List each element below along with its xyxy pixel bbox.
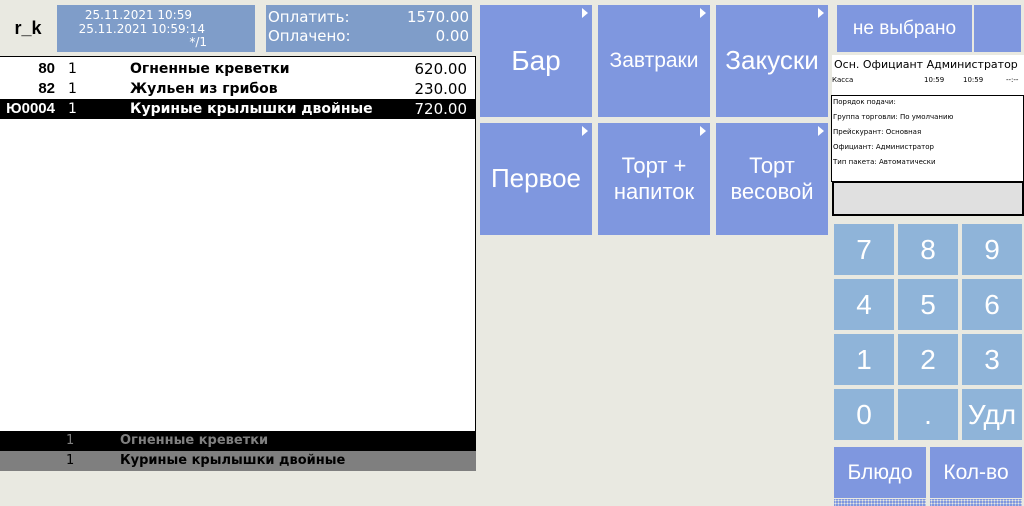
extra-button[interactable] — [930, 499, 1022, 506]
category-label: Закуски — [725, 45, 819, 76]
submenu-arrow-icon — [700, 126, 706, 136]
category-first-course-button[interactable]: Первое — [480, 123, 592, 235]
key-1[interactable]: 1 — [834, 334, 894, 385]
quantity-button[interactable]: Кол-во — [930, 447, 1022, 498]
datetime-box: 25.11.2021 10:59 25.11.2021 10:59:14 */1 — [57, 5, 255, 52]
key-7[interactable]: 7 — [834, 224, 894, 275]
time-open: 10:59 — [924, 76, 945, 84]
key-4[interactable]: 4 — [834, 279, 894, 330]
key-dot[interactable]: . — [898, 389, 958, 440]
history-name: Огненные креветки — [120, 433, 269, 448]
key-delete[interactable]: Удл — [962, 389, 1022, 440]
item-price: 230.00 — [414, 80, 468, 98]
datetime-current: 25.11.2021 10:59:14 — [78, 22, 205, 36]
key-8[interactable]: 8 — [898, 224, 958, 275]
history-name: Куриные крылышки двойные — [120, 453, 346, 468]
order-details-box: Порядок подачи: Группа торговли: По умол… — [831, 95, 1024, 182]
key-0[interactable]: 0 — [834, 389, 894, 440]
item-price: 620.00 — [414, 60, 468, 78]
item-name: Куриные крылышки двойные — [130, 101, 373, 117]
category-label: Завтраки — [609, 49, 699, 73]
submenu-arrow-icon — [818, 8, 824, 18]
table-select-extra-button[interactable] — [974, 5, 1021, 52]
item-name: Жульен из грибов — [130, 81, 278, 97]
submenu-arrow-icon — [582, 126, 588, 136]
category-snacks-button[interactable]: Закуски — [716, 5, 828, 117]
datetime-open: 25.11.2021 10:59 — [84, 8, 192, 22]
category-cake-weight-button[interactable]: Торт весовой — [716, 123, 828, 235]
order-info-header: Осн. Официант Администратор Касса 10:59 … — [832, 55, 1024, 95]
category-cake-drink-button[interactable]: Торт + напиток — [598, 123, 710, 235]
order-list[interactable]: 80 1 Огненные креветки 620.00 82 1 Жулье… — [0, 56, 476, 432]
key-5[interactable]: 5 — [898, 279, 958, 330]
submenu-arrow-icon — [582, 8, 588, 18]
history-qty: 1 — [66, 453, 75, 468]
submenu-arrow-icon — [700, 8, 706, 18]
category-label: Первое — [490, 163, 582, 194]
dish-button[interactable]: Блюдо — [834, 447, 926, 498]
order-row[interactable]: 80 1 Огненные креветки 620.00 — [0, 59, 475, 79]
submenu-arrow-icon — [818, 126, 824, 136]
payment-summary: Оплатить: 1570.00 Оплачено: 0.00 — [266, 5, 472, 52]
info-line: Прейскурант: Основная — [833, 128, 922, 136]
info-line: Группа торговли: По умолчанию — [833, 113, 954, 121]
table-select-button[interactable]: не выбрано — [837, 5, 972, 52]
category-breakfast-button[interactable]: Завтраки — [598, 5, 710, 117]
category-label: Бар — [511, 45, 561, 77]
time-current: 10:59 — [963, 76, 984, 84]
info-line: Официант: Администратор — [833, 143, 934, 151]
item-price: 720.00 — [414, 100, 468, 118]
order-row-selected[interactable]: Ю0004 1 Куриные крылышки двойные 720.00 — [0, 99, 475, 119]
key-6[interactable]: 6 — [962, 279, 1022, 330]
history-row[interactable]: 1 Огненные креветки — [0, 431, 476, 451]
item-qty: 1 — [68, 61, 77, 77]
time-close: --:-- — [1006, 76, 1019, 84]
item-qty: 1 — [68, 81, 77, 97]
category-bar-button[interactable]: Бар — [480, 5, 592, 117]
item-name: Огненные креветки — [130, 61, 290, 77]
item-code: Ю0004 — [6, 100, 55, 117]
user-label: r_k — [14, 17, 42, 38]
to-pay-value: 1570.00 — [406, 8, 469, 26]
history-row[interactable]: 1 Куриные крылышки двойные — [0, 451, 476, 471]
item-code: 80 — [38, 60, 55, 77]
order-row[interactable]: 82 1 Жульен из грибов 230.00 — [0, 79, 475, 99]
cashier-label: Касса — [832, 76, 854, 84]
item-code: 82 — [38, 80, 55, 97]
info-line: Тип пакета: Автоматически — [833, 158, 936, 166]
to-pay-label: Оплатить: — [268, 8, 350, 26]
history-qty: 1 — [66, 433, 75, 448]
paid-label: Оплачено: — [268, 27, 351, 45]
datetime-suffix: */1 — [189, 35, 207, 49]
info-line: Порядок подачи: — [833, 98, 896, 106]
comment-input[interactable] — [832, 181, 1024, 216]
waiter-info: Осн. Официант Администратор — [834, 58, 1018, 71]
item-qty: 1 — [68, 101, 77, 117]
key-9[interactable]: 9 — [962, 224, 1022, 275]
key-2[interactable]: 2 — [898, 334, 958, 385]
category-label: Торт + напиток — [613, 152, 695, 204]
category-label: Торт весовой — [730, 152, 814, 204]
extra-button[interactable] — [834, 499, 926, 506]
key-3[interactable]: 3 — [962, 334, 1022, 385]
paid-value: 0.00 — [435, 27, 469, 45]
